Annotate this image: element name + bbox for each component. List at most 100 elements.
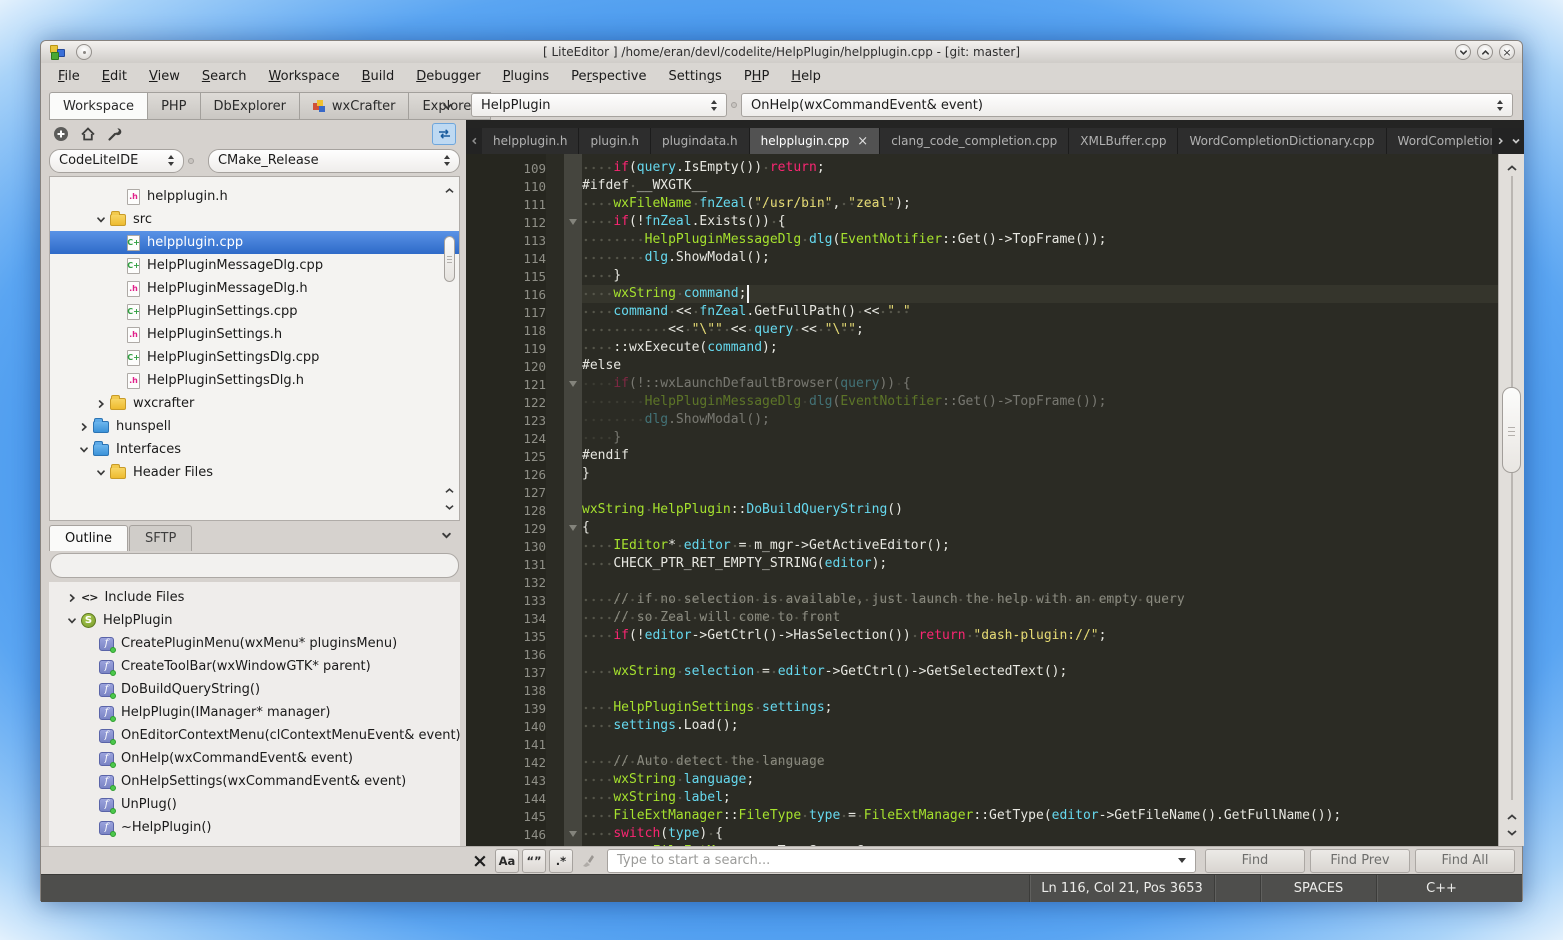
link-editor-button[interactable]: [432, 123, 456, 145]
code-line-142[interactable]: 142 // Auto detect the language: [466, 753, 1498, 771]
menu-file[interactable]: File: [47, 65, 91, 88]
editor-tab-plugindata.h[interactable]: plugindata.h: [651, 128, 750, 154]
fold-margin[interactable]: [564, 447, 582, 465]
code-line-113[interactable]: 113 HelpPluginMessageDlg dlg(EventNotifi…: [466, 231, 1498, 249]
tree-item--helpplugin-[interactable]: f~HelpPlugin(): [49, 816, 460, 839]
fold-margin[interactable]: [564, 159, 582, 177]
menu-perspective[interactable]: Perspective: [560, 65, 657, 88]
tree-item-header-files[interactable]: Header Files: [50, 461, 459, 484]
fold-margin[interactable]: [564, 735, 582, 753]
tree-item-helppluginsettings-cpp[interactable]: C+HelpPluginSettings.cpp: [50, 300, 459, 323]
perspective-tab-wxcrafter[interactable]: wxCrafter: [300, 92, 410, 120]
workspace-config-combo[interactable]: CodeLiteIDE: [49, 149, 184, 173]
collapse-icon[interactable]: [75, 445, 93, 455]
fold-margin[interactable]: [564, 501, 582, 519]
code-line-117[interactable]: 117 command << fnZeal.GetFullPath() << "…: [466, 303, 1498, 321]
whitespace-mode[interactable]: SPACES: [1260, 875, 1376, 902]
editor-vertical-scrollbar[interactable]: [1498, 154, 1524, 846]
fold-margin[interactable]: [564, 537, 582, 555]
menu-view[interactable]: View: [138, 65, 191, 88]
tree-item-helppluginsettings-h[interactable]: .hHelpPluginSettings.h: [50, 323, 459, 346]
perspective-tab-dbexplorer[interactable]: DbExplorer: [201, 92, 300, 120]
tree-item-include-files[interactable]: <>Include Files: [49, 586, 460, 609]
editor-tab-plugin.h[interactable]: plugin.h: [579, 128, 651, 154]
titlebar[interactable]: [ LiteEditor ] /home/eran/devl/codelite/…: [41, 41, 1522, 63]
code-line-110[interactable]: 110#ifdef __WXGTK__: [466, 177, 1498, 195]
scrollbar-thumb[interactable]: [1502, 387, 1521, 473]
fold-margin[interactable]: [564, 213, 582, 231]
perspective-tab-php[interactable]: PHP: [148, 92, 200, 120]
home-button[interactable]: [78, 124, 98, 144]
editor-tab-clang_code_completion.cpp[interactable]: clang_code_completion.cpp: [880, 128, 1069, 154]
search-combo[interactable]: Type to start a search...: [607, 849, 1196, 873]
fold-margin[interactable]: [564, 825, 582, 843]
code-line-118[interactable]: 118 << "\"" << query << "\"";: [466, 321, 1498, 339]
fold-margin[interactable]: [564, 771, 582, 789]
chevron-down-icon[interactable]: [1178, 858, 1186, 863]
close-tab-icon[interactable]: ×: [857, 135, 868, 148]
editor-tab-xmlbuffer.cpp[interactable]: XMLBuffer.cpp: [1069, 128, 1178, 154]
find-button[interactable]: Find: [1205, 849, 1305, 873]
code-line-128[interactable]: 128wxString HelpPlugin::DoBuildQueryStri…: [466, 501, 1498, 519]
code-line-132[interactable]: 132: [466, 573, 1498, 591]
tree-item-oneditorcontextmenu-clcontextmenuevent-event-[interactable]: fOnEditorContextMenu(clContextMenuEvent&…: [49, 724, 460, 747]
menu-plugins[interactable]: Plugins: [492, 65, 561, 88]
code-line-111[interactable]: 111 wxFileName fnZeal("/usr/bin", "zeal"…: [466, 195, 1498, 213]
fold-margin[interactable]: [564, 339, 582, 357]
tree-item-helpplugin-h[interactable]: .hhelpplugin.h: [50, 185, 459, 208]
tree-item-helppluginmessagedlg-h[interactable]: .hHelpPluginMessageDlg.h: [50, 277, 459, 300]
code-line-135[interactable]: 135 if(!editor->GetCtrl()->HasSelection(…: [466, 627, 1498, 645]
fold-margin[interactable]: [564, 429, 582, 447]
tree-item-src[interactable]: src: [50, 208, 459, 231]
code-line-145[interactable]: 145 FileExtManager::FileType type = File…: [466, 807, 1498, 825]
tabs-list-button[interactable]: [1508, 128, 1524, 154]
fold-marker-icon[interactable]: [569, 831, 577, 837]
find-all-button[interactable]: Find All: [1415, 849, 1515, 873]
tree-item-createpluginmenu-wxmenu-pluginsmenu-[interactable]: fCreatePluginMenu(wxMenu* pluginsMenu): [49, 632, 460, 655]
menu-help[interactable]: Help: [780, 65, 832, 88]
scope-combo[interactable]: HelpPlugin: [471, 93, 727, 117]
code-line-129[interactable]: 129{: [466, 519, 1498, 537]
fold-margin[interactable]: [564, 393, 582, 411]
menu-php[interactable]: PHP: [733, 65, 780, 88]
code-line-131[interactable]: 131 CHECK_PTR_RET_EMPTY_STRING(editor);: [466, 555, 1498, 573]
code-line-144[interactable]: 144 wxString label;: [466, 789, 1498, 807]
menu-search[interactable]: Search: [191, 65, 258, 88]
tree-item-hunspell[interactable]: hunspell: [50, 415, 459, 438]
tree-item-createtoolbar-wxwindowgtk-parent-[interactable]: fCreateToolBar(wxWindowGTK* parent): [49, 655, 460, 678]
code-line-127[interactable]: 127: [466, 483, 1498, 501]
tree-item-wxcrafter[interactable]: wxcrafter: [50, 392, 459, 415]
scroll-up-icon[interactable]: [1506, 158, 1518, 177]
menu-edit[interactable]: Edit: [91, 65, 138, 88]
regex-button[interactable]: .*: [549, 849, 573, 873]
settings-wrench-button[interactable]: [105, 124, 125, 144]
find-prev-button[interactable]: Find Prev: [1310, 849, 1410, 873]
fold-margin[interactable]: [564, 519, 582, 537]
code-line-114[interactable]: 114 dlg.ShowModal();: [466, 249, 1498, 267]
scrollbar-thumb[interactable]: [444, 236, 455, 282]
tree-item-onhelpsettings-wxcommandevent-event-[interactable]: fOnHelpSettings(wxCommandEvent& event): [49, 770, 460, 793]
expand-icon[interactable]: [75, 422, 93, 432]
fold-margin[interactable]: [564, 627, 582, 645]
fold-margin[interactable]: [564, 195, 582, 213]
code-line-139[interactable]: 139 HelpPluginSettings settings;: [466, 699, 1498, 717]
maximize-button[interactable]: [1477, 44, 1493, 60]
tree-item-helppluginsettingsdlg-cpp[interactable]: C+HelpPluginSettingsDlg.cpp: [50, 346, 459, 369]
fold-margin[interactable]: [564, 411, 582, 429]
fold-margin[interactable]: [564, 753, 582, 771]
code-line-136[interactable]: 136: [466, 645, 1498, 663]
fold-margin[interactable]: [564, 267, 582, 285]
code-view[interactable]: 109 if(query.IsEmpty()) return;110#ifdef…: [466, 154, 1498, 846]
outline-search-input[interactable]: [50, 553, 459, 578]
fold-margin[interactable]: [564, 555, 582, 573]
case-sensitive-button[interactable]: Aa: [495, 849, 519, 873]
scroll-down-icon[interactable]: [1506, 822, 1518, 841]
code-line-140[interactable]: 140 settings.Load();: [466, 717, 1498, 735]
fold-margin[interactable]: [564, 843, 582, 846]
whole-word-button[interactable]: “”: [522, 849, 546, 873]
fold-margin[interactable]: [564, 699, 582, 717]
editor-tab-helpplugin.h[interactable]: helpplugin.h: [482, 128, 579, 154]
fold-margin[interactable]: [564, 483, 582, 501]
fold-margin[interactable]: [564, 177, 582, 195]
tree-item-onhelp-wxcommandevent-event-[interactable]: fOnHelp(wxCommandEvent& event): [49, 747, 460, 770]
